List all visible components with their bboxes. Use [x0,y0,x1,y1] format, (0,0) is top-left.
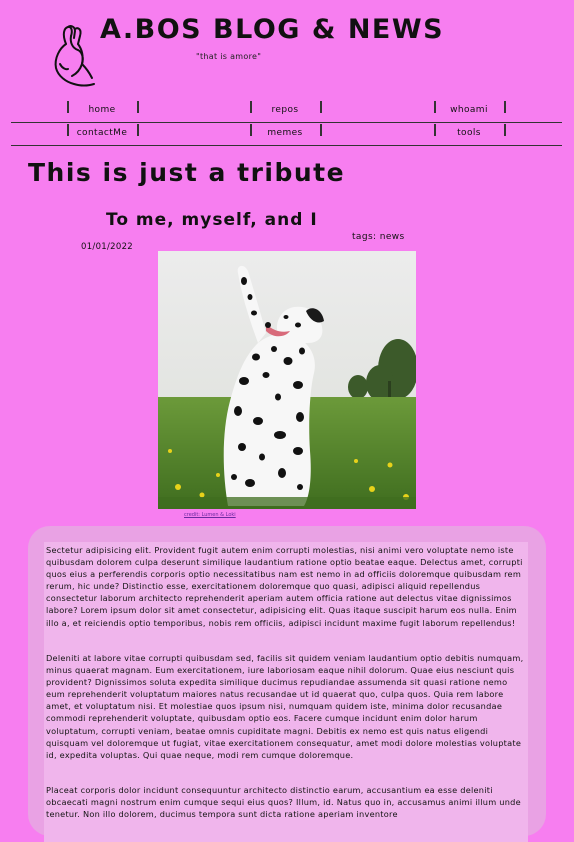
nav-link-whoami[interactable]: whoami [434,105,504,115]
post-date: 01/01/2022 [81,242,133,252]
dalmatian-photo-illustration [158,251,416,509]
nav-link-memes[interactable]: memes [250,128,320,138]
italian-hand-gesture-icon[interactable] [48,24,98,90]
photo-credit-link[interactable]: credit: Lumen & Loki [184,512,236,518]
nav-row: home repos whoami [11,100,562,123]
post-body: Sectetur adipisicing elit. Provident fug… [44,542,528,842]
nav-divider [504,124,506,136]
page-title: This is just a tribute [28,158,346,187]
nav-link-repos[interactable]: repos [250,105,320,115]
post-paragraph: Deleniti at labore vitae corrupti quibus… [46,653,524,760]
nav-divider [320,101,322,113]
site-title[interactable]: A.BOS BLOG & NEWS [100,14,444,45]
post-paragraph: Placeat corporis dolor incidunt consequu… [46,785,521,820]
post-tags[interactable]: tags: news [352,232,405,242]
nav-link-home[interactable]: home [67,105,137,115]
nav-divider [320,124,322,136]
post-body-container: Sectetur adipisicing elit. Provident fug… [28,526,546,842]
nav-divider [504,101,506,113]
site-tagline: "that is amore" [196,52,262,61]
nav-row: contactMe memes tools [11,123,562,146]
nav-divider [137,101,139,113]
nav-link-tools[interactable]: tools [434,128,504,138]
nav-divider [137,124,139,136]
main-navigation: home repos whoami contactMe memes tools [11,100,562,146]
post-photo-dalmatian [158,251,416,509]
post-paragraph: Sectetur adipisicing elit. Provident fug… [46,545,523,628]
post-title: To me, myself, and I [106,210,318,230]
site-header: A.BOS BLOG & NEWS "that is amore" [0,0,574,100]
nav-link-contactme[interactable]: contactMe [67,128,137,138]
